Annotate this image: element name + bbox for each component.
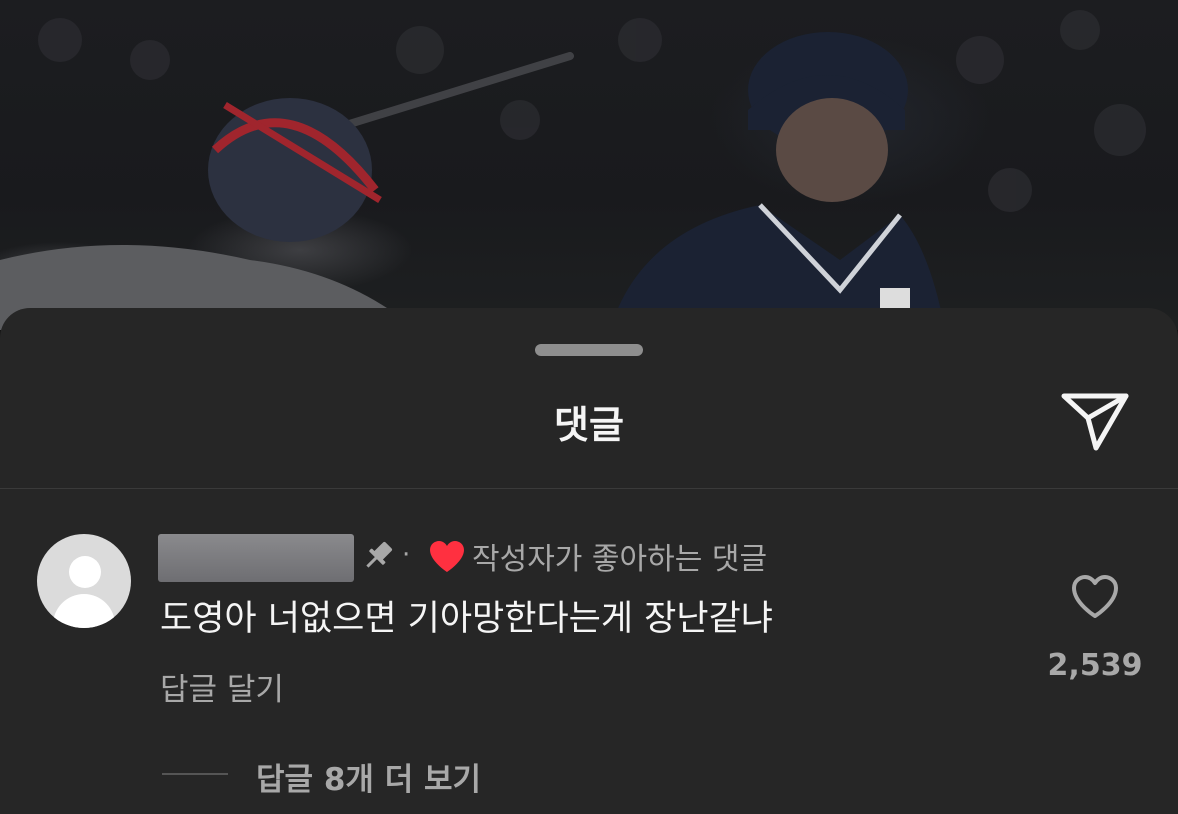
share-button[interactable] [1060, 390, 1130, 452]
paper-plane-icon [1061, 393, 1129, 451]
like-count: 2,539 [1047, 648, 1143, 683]
avatar-head-shape [69, 556, 101, 588]
pin-icon [360, 538, 396, 574]
reply-button[interactable]: 답글 달기 [160, 664, 284, 709]
comment-text: 도영아 너없으면 기아망한다는게 장난같냐 [160, 599, 773, 639]
view-more-replies-button[interactable]: 답글 8개 더 보기 [256, 754, 481, 799]
replies-connector-line [162, 773, 228, 775]
avatar-body-shape [53, 594, 115, 628]
username-redacted[interactable] [158, 534, 354, 582]
header-divider [0, 488, 1178, 489]
heart-outline-icon [1072, 575, 1118, 618]
comments-sheet: 댓글 · 작성자가 좋아하는 댓글 도영아 너없으면 기아망한다는게 장난같냐 … [0, 308, 1178, 814]
comment-like-button[interactable] [1070, 574, 1120, 620]
sheet-drag-handle[interactable] [535, 344, 643, 356]
meta-separator: · [402, 540, 411, 570]
author-liked-heart-icon [428, 540, 466, 574]
post-background-photo [0, 0, 1178, 330]
liked-by-author-label: 작성자가 좋아하는 댓글 [472, 542, 768, 577]
sheet-title: 댓글 [554, 403, 624, 447]
commenter-avatar[interactable] [37, 534, 131, 628]
